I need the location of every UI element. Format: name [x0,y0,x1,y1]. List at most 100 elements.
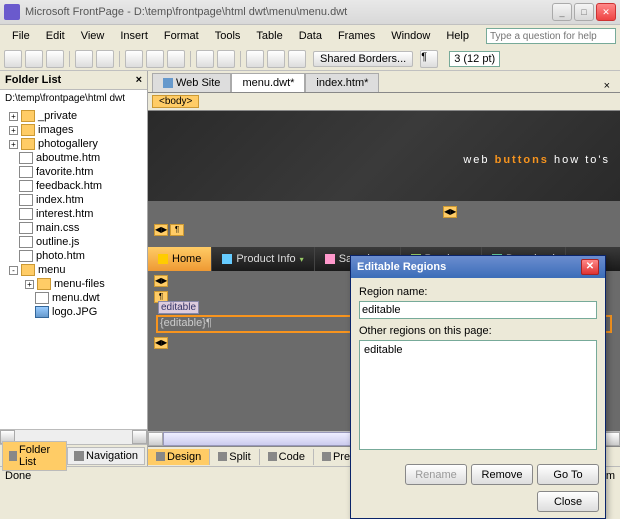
menu-tools[interactable]: Tools [207,28,249,44]
folder-list-close-icon[interactable]: × [136,74,142,86]
list-item[interactable]: editable [362,343,594,357]
new-button[interactable] [4,50,22,68]
folder-list-title: Folder List [5,74,61,86]
nav-product-info[interactable]: Product Info▾ [212,247,314,271]
tab-menu-dwt[interactable]: menu.dwt* [231,73,305,92]
tree-toggle[interactable]: - [9,266,18,275]
goto-button[interactable]: Go To [537,464,599,485]
regions-listbox[interactable]: editable [359,340,597,450]
tabs-close-icon[interactable]: × [598,80,616,92]
folder-icon [37,278,51,290]
preview-button[interactable] [96,50,114,68]
tree-item[interactable]: +images [0,123,147,137]
menu-data[interactable]: Data [291,28,330,44]
open-button[interactable] [25,50,43,68]
app-icon [4,4,20,20]
paste-button[interactable] [167,50,185,68]
view-design[interactable]: Design [148,449,210,465]
help-input[interactable] [486,28,616,44]
region-marker[interactable]: ◀▶ [154,275,168,287]
help-search[interactable] [486,28,616,44]
menu-edit[interactable]: Edit [38,28,73,44]
toolbar: Shared Borders... ¶ 3 (12 pt) [0,47,620,71]
tree-item[interactable]: logo.JPG [0,305,147,319]
folder-icon [21,264,35,276]
menu-file[interactable]: File [4,28,38,44]
folder-icon [21,110,35,122]
editable-region-label[interactable]: editable [158,301,199,314]
scroll-left-button[interactable] [148,432,163,446]
pilcrow-button[interactable]: ¶ [420,50,438,68]
nav-home[interactable]: Home [148,247,212,271]
tree-item[interactable]: +photogallery [0,137,147,151]
tree-toggle[interactable]: + [9,112,18,121]
view-code[interactable]: Code [260,449,314,465]
tab-index-htm[interactable]: index.htm* [305,73,379,92]
save-button[interactable] [46,50,64,68]
tree-item[interactable]: main.css [0,221,147,235]
remove-button[interactable]: Remove [471,464,533,485]
tree-item[interactable]: -menu [0,263,147,277]
menu-format[interactable]: Format [156,28,207,44]
menu-table[interactable]: Table [248,28,290,44]
region-marker[interactable]: ◀▶ [154,337,168,349]
separator [240,51,241,67]
scroll-right-button[interactable] [132,430,147,444]
menu-view[interactable]: View [73,28,113,44]
tree-item[interactable]: aboutme.htm [0,151,147,165]
folder-icon [21,138,35,150]
copy-button[interactable] [146,50,164,68]
dialog-close-button[interactable]: ✕ [581,259,599,275]
tab-web-site[interactable]: Web Site [152,73,231,92]
tree-item[interactable]: outline.js [0,235,147,249]
tree-item[interactable]: menu.dwt [0,291,147,305]
home-icon [158,254,168,264]
publish-button[interactable] [75,50,93,68]
layer-button[interactable] [288,50,306,68]
folder-pane-tabs: Folder List Navigation [0,444,147,466]
insert-button[interactable] [246,50,264,68]
view-split[interactable]: Split [210,449,259,465]
tab-navigation[interactable]: Navigation [67,447,145,465]
minimize-button[interactable]: _ [552,3,572,21]
folder-tree[interactable]: +_private+images+photogalleryaboutme.htm… [0,107,147,429]
shared-borders-button[interactable]: Shared Borders... [313,51,413,67]
scroll-right-button[interactable] [605,432,620,446]
tree-item[interactable]: index.htm [0,193,147,207]
tree-toggle[interactable]: + [9,126,18,135]
font-size-select[interactable]: 3 (12 pt) [449,51,500,67]
region-marker[interactable]: ◀▶ [154,224,168,236]
redo-button[interactable] [217,50,235,68]
breadcrumb-body[interactable]: <body> [152,95,199,108]
tree-item-label: index.htm [36,194,84,206]
tree-item[interactable]: +menu-files [0,277,147,291]
tree-item[interactable]: feedback.htm [0,179,147,193]
menu-insert[interactable]: Insert [112,28,156,44]
cut-button[interactable] [125,50,143,68]
tree-toggle[interactable]: + [25,280,34,289]
tree-item[interactable]: +_private [0,109,147,123]
menu-bar: File Edit View Insert Format Tools Table… [0,25,620,47]
tree-item[interactable]: photo.htm [0,249,147,263]
menu-window[interactable]: Window [383,28,438,44]
undo-button[interactable] [196,50,214,68]
nav-icon [74,451,84,461]
tab-folder-list[interactable]: Folder List [2,441,67,471]
region-marker[interactable]: ◀▶ [443,206,457,218]
region-name-input[interactable] [359,301,597,319]
dialog-title-bar[interactable]: Editable Regions ✕ [351,256,605,278]
close-button[interactable]: ✕ [596,3,616,21]
design-icon [156,452,165,461]
maximize-button[interactable]: □ [574,3,594,21]
menu-frames[interactable]: Frames [330,28,383,44]
menu-help[interactable]: Help [438,28,477,44]
region-marker[interactable]: ¶ [170,224,184,236]
close-dialog-button[interactable]: Close [537,491,599,512]
folder-path[interactable]: D:\temp\frontpage\html dwt [0,90,147,107]
tree-toggle[interactable]: + [9,140,18,149]
table-button[interactable] [267,50,285,68]
split-icon [218,452,227,461]
tree-item[interactable]: favorite.htm [0,165,147,179]
title-bar: Microsoft FrontPage - D:\temp\frontpage\… [0,0,620,25]
tree-item[interactable]: interest.htm [0,207,147,221]
